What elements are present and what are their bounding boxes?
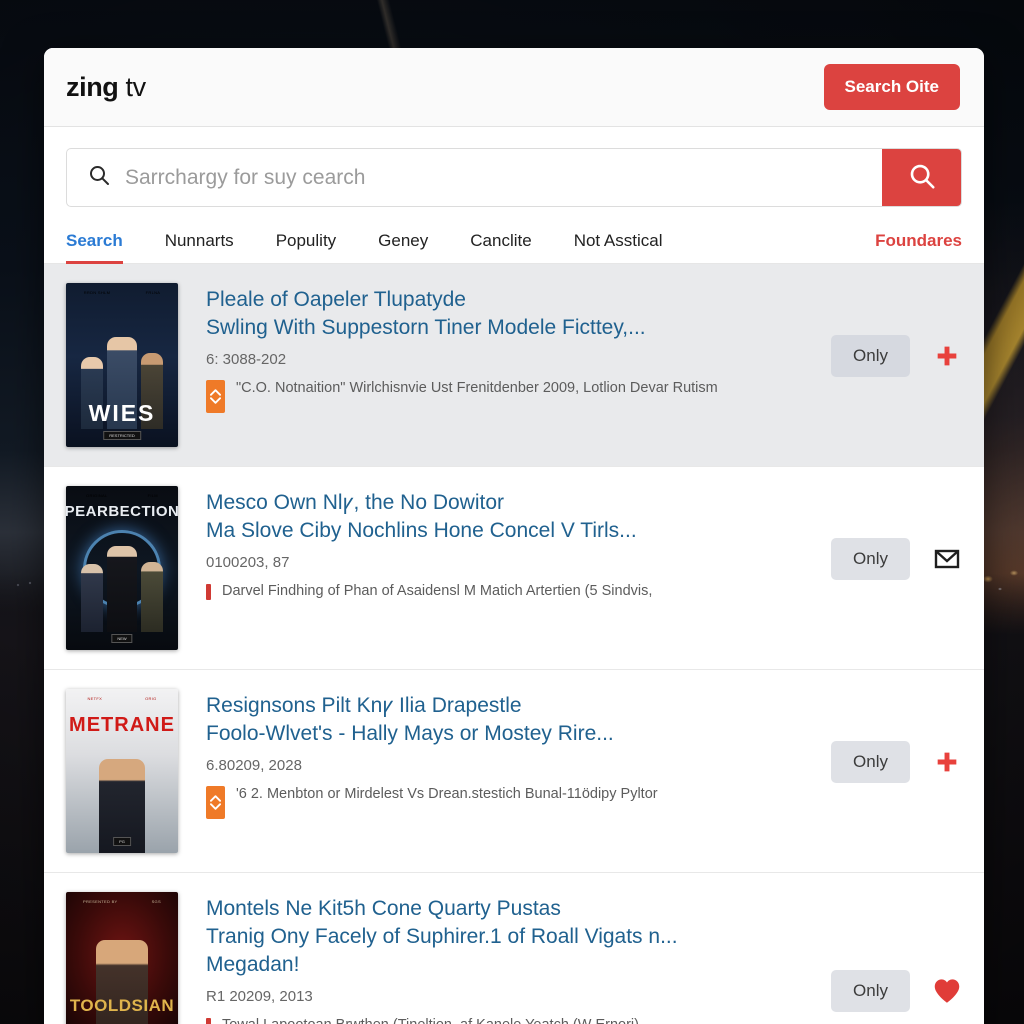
poster-credit-right: FRLNA bbox=[145, 290, 161, 295]
logo-secondary: tv bbox=[125, 71, 147, 102]
result-note: Darvel Findhing of Phan of Asaidensl M M… bbox=[206, 582, 803, 602]
result-title-line-1: Pleale of Oapeler Tlupatyde bbox=[206, 288, 466, 311]
result-title-line-2: Swling With Suppestorn Tiner Modele Fict… bbox=[206, 316, 646, 340]
result-title-line-1: Mesco Own Nlꝩ, the No Dowitor bbox=[206, 491, 505, 514]
poster-rating: PG bbox=[113, 837, 131, 846]
poster-thumbnail[interactable]: NETFX ORIG METRANE PG bbox=[66, 689, 178, 853]
plus-icon[interactable] bbox=[932, 747, 962, 777]
only-button[interactable]: Only bbox=[831, 538, 910, 580]
poster-credit-left: NETFX bbox=[87, 696, 103, 701]
result-actions: Only bbox=[831, 892, 962, 1012]
tab-canclite[interactable]: Canclite bbox=[470, 221, 531, 263]
poster-rating: RESTRICTED bbox=[103, 431, 141, 440]
heart-icon[interactable] bbox=[932, 976, 962, 1006]
result-content: Resignsons Pilt Knꝩ Ilia Drapestle Foolo… bbox=[206, 689, 803, 820]
result-title[interactable]: Montels Ne Kit5h Cone Quarty Pustas Tran… bbox=[206, 895, 803, 979]
poster-credit-right: ORIG bbox=[145, 696, 157, 701]
search-icon bbox=[907, 161, 937, 194]
poster-thumbnail[interactable]: PRESENTED BY SGS TOOLDSIAN R bbox=[66, 892, 178, 1024]
result-title-line-2: Ma Slove Ciby Nochlins Hone Concel V Tir… bbox=[206, 519, 637, 543]
result-content: Mesco Own Nlꝩ, the No Dowitor Ma Slove C… bbox=[206, 486, 803, 602]
tab-not-asstical[interactable]: Not Asstical bbox=[574, 221, 663, 263]
plus-icon[interactable] bbox=[932, 341, 962, 371]
poster-title: METRANE bbox=[69, 714, 175, 736]
result-meta: 6: 3088-202 bbox=[206, 351, 287, 369]
search-submit-button[interactable] bbox=[882, 149, 961, 206]
table-row[interactable]: RRDN SHLM FRLNA WIES RESTRICTED Pleale o… bbox=[44, 264, 984, 467]
result-title[interactable]: Mesco Own Nlꝩ, the No Dowitor Ma Slove C… bbox=[206, 489, 803, 545]
result-note-text: Darvel Findhing of Phan of Asaidensl M M… bbox=[222, 583, 653, 600]
result-meta: 0100203, 87 bbox=[206, 554, 290, 572]
result-note-text: Towal Lapootoan Brwthen (Tineltion. af K… bbox=[222, 1016, 639, 1024]
table-row[interactable]: NETFX ORIG METRANE PG Resignsons Pilt Kn… bbox=[44, 670, 984, 873]
orange-chevrons-badge-icon bbox=[206, 786, 225, 820]
poster-credits: PRESENTED BY SGS bbox=[66, 899, 178, 904]
poster-credits: RRDN SHLM FRLNA bbox=[66, 290, 178, 295]
result-actions: Only bbox=[831, 283, 962, 377]
result-title[interactable]: Resignsons Pilt Knꝩ Ilia Drapestle Foolo… bbox=[206, 692, 803, 748]
result-meta: R1 20209, 2013 bbox=[206, 988, 313, 1006]
result-content: Pleale of Oapeler Tlupatyde Swling With … bbox=[206, 283, 803, 414]
result-title-line-1: Resignsons Pilt Knꝩ Ilia Drapestle bbox=[206, 694, 522, 717]
result-actions: Only bbox=[831, 486, 962, 580]
poster-credit-left: ORIGINAL bbox=[86, 493, 108, 498]
poster-credit-left: RRDN SHLM bbox=[83, 290, 111, 295]
only-button[interactable]: Only bbox=[831, 741, 910, 783]
poster-thumbnail[interactable]: ORIGINAL FILM PEARBECTION NEW bbox=[66, 486, 178, 650]
orange-chevrons-badge-icon bbox=[206, 380, 225, 414]
app-header: zing tv Search Oite bbox=[44, 48, 984, 127]
result-note: '6 2. Menbton or Mirdelest Vs Drean.stes… bbox=[206, 785, 803, 820]
tab-foundares[interactable]: Foundares bbox=[875, 221, 962, 263]
red-bar-badge-icon bbox=[206, 584, 211, 601]
poster-title: TOOLDSIAN bbox=[69, 996, 175, 1015]
result-note-text: "C.O. Notnaition" Wirlchisnvie Ust Freni… bbox=[236, 380, 718, 397]
result-actions: Only bbox=[831, 689, 962, 783]
result-content: Montels Ne Kit5h Cone Quarty Pustas Tran… bbox=[206, 892, 803, 1024]
search-field[interactable] bbox=[67, 149, 882, 206]
poster-rating: NEW bbox=[111, 634, 133, 643]
poster-thumbnail[interactable]: RRDN SHLM FRLNA WIES RESTRICTED bbox=[66, 283, 178, 447]
result-note: Towal Lapootoan Brwthen (Tineltion. af K… bbox=[206, 1016, 803, 1024]
tab-geney[interactable]: Geney bbox=[378, 221, 428, 263]
app-logo[interactable]: zing tv bbox=[66, 72, 146, 103]
envelope-icon[interactable] bbox=[932, 544, 962, 574]
result-note-text: '6 2. Menbton or Mirdelest Vs Drean.stes… bbox=[236, 786, 658, 803]
poster-credits: ORIGINAL FILM bbox=[66, 493, 178, 498]
search-section bbox=[44, 127, 984, 207]
logo-primary: zing bbox=[66, 71, 119, 102]
poster-title: WIES bbox=[88, 400, 156, 426]
poster-credit-left: PRESENTED BY bbox=[83, 899, 118, 904]
only-button[interactable]: Only bbox=[831, 335, 910, 377]
result-meta: 6.80209, 2028 bbox=[206, 757, 302, 775]
results-list: RRDN SHLM FRLNA WIES RESTRICTED Pleale o… bbox=[44, 264, 984, 1024]
red-bar-badge-icon bbox=[206, 1018, 211, 1024]
tab-nunnarts[interactable]: Nunnarts bbox=[165, 221, 234, 263]
result-title[interactable]: Pleale of Oapeler Tlupatyde Swling With … bbox=[206, 286, 803, 342]
poster-credits: NETFX ORIG bbox=[66, 696, 178, 701]
app-window: zing tv Search Oite Sarrchargy for suy c… bbox=[44, 48, 984, 1024]
result-note: "C.O. Notnaition" Wirlchisnvie Ust Freni… bbox=[206, 379, 803, 414]
poster-credit-right: FILM bbox=[147, 493, 158, 498]
poster-title: PEARBECTION bbox=[66, 503, 178, 520]
result-title-line-1: Montels Ne Kit5h Cone Quarty Pustas bbox=[206, 897, 561, 920]
result-title-line-3: Megadan! bbox=[206, 953, 300, 977]
tab-search[interactable]: Search bbox=[66, 221, 123, 264]
only-button[interactable]: Only bbox=[831, 970, 910, 1012]
nav-tabs: Search Nunnarts Populity Geney Canclite … bbox=[44, 221, 984, 264]
search-bar bbox=[66, 148, 962, 207]
result-title-line-2: Foolo-Wlvet's - Hally Mays or Mostey Rir… bbox=[206, 722, 614, 746]
search-icon bbox=[87, 163, 111, 192]
table-row[interactable]: PRESENTED BY SGS TOOLDSIAN R Montels Ne … bbox=[44, 873, 984, 1024]
poster-credit-right: SGS bbox=[151, 899, 161, 904]
search-oite-button[interactable]: Search Oite bbox=[823, 64, 960, 110]
search-input[interactable] bbox=[125, 165, 882, 190]
result-title-line-2: Tranig Ony Facely of Suphirer.1 of Roall… bbox=[206, 925, 678, 949]
table-row[interactable]: ORIGINAL FILM PEARBECTION NEW Mesco Own … bbox=[44, 467, 984, 670]
poster-figures bbox=[66, 528, 178, 632]
tab-populity[interactable]: Populity bbox=[276, 221, 336, 263]
